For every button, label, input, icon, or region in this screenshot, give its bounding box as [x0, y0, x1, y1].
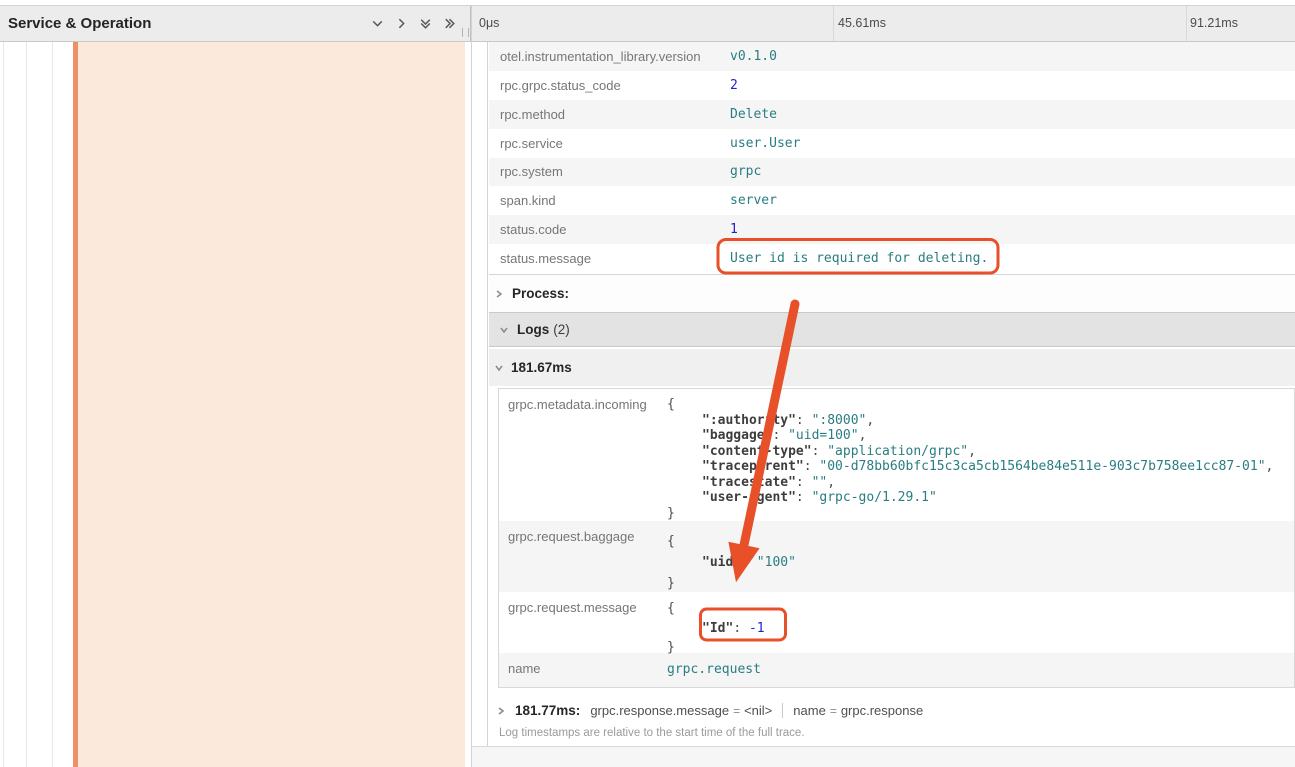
json-line: }: [667, 506, 1273, 522]
log-timestamp: 181.67ms: [511, 360, 572, 375]
timeline-header: Service & Operation 0μs 45.61ms: [0, 5, 1295, 42]
log-timestamps-note: Log timestamps are relative to the start…: [499, 727, 805, 739]
process-accordion[interactable]: Process:: [489, 274, 1295, 312]
log-field-value: {":authority": ":8000","baggage": "uid=1…: [667, 389, 1273, 521]
process-label: Process:: [512, 286, 569, 301]
service-operation-header: Service & Operation: [0, 6, 471, 41]
tag-value: user.User: [730, 136, 800, 151]
chevron-right-icon: [494, 289, 504, 299]
json-line: "baggage": "uid=100",: [667, 428, 1273, 444]
span-detail-left-border: [487, 42, 488, 747]
ruler-tick-label: 45.61ms: [838, 6, 886, 41]
tag-key: rpc.system: [500, 164, 730, 179]
chevron-down-icon: [494, 363, 504, 373]
tag-key: span.kind: [500, 193, 730, 208]
log-field-key: name: [499, 653, 667, 687]
chevron-right-icon[interactable]: [394, 16, 409, 31]
log-field-value: {"uid": "100"}: [667, 521, 796, 592]
tag-key: otel.instrumentation_library.version: [500, 49, 730, 64]
divider: [782, 703, 783, 718]
tag-row: status.code1: [489, 215, 1295, 244]
tag-value: v0.1.0: [730, 49, 777, 64]
tag-value: grpc: [730, 164, 761, 179]
tag-row: rpc.methodDelete: [489, 100, 1295, 129]
chevron-right-icon: [496, 706, 506, 716]
log-fields-table: grpc.metadata.incoming{":authority": ":8…: [498, 388, 1295, 688]
json-line: {: [667, 397, 1273, 413]
ruler-tick-line: [1186, 6, 1187, 41]
span-tags-table: otel.instrumentation_library.versionv0.1…: [489, 42, 1295, 273]
ruler-tick-line: [833, 6, 834, 41]
tag-value: server: [730, 193, 777, 208]
indent-guide: [52, 42, 53, 767]
tag-row: status.messageUser id is required for de…: [489, 244, 1295, 273]
double-chevron-down-icon[interactable]: [418, 16, 433, 31]
next-row-strip: [472, 747, 1295, 767]
json-line: {: [667, 599, 765, 619]
tag-row: rpc.serviceuser.User: [489, 129, 1295, 158]
ruler-tick-label: 0μs: [479, 6, 499, 41]
tag-key: rpc.service: [500, 136, 730, 151]
log-field-key: grpc.metadata.incoming: [499, 389, 667, 521]
log-field-value: grpc.request: [667, 653, 761, 687]
tag-key: status.message: [500, 251, 730, 266]
log-field-row: namegrpc.request: [499, 653, 1294, 687]
tag-row: span.kindserver: [489, 186, 1295, 215]
tag-value: 1: [730, 222, 738, 237]
log-summary-pairs: grpc.response.message=<nil> name=grpc.res…: [580, 703, 923, 718]
trace-timeline-view: Service & Operation 0μs 45.61ms: [0, 0, 1295, 767]
column-resizer-grip[interactable]: [462, 28, 469, 37]
span-tree-panel: [0, 42, 471, 767]
log-field-row: grpc.request.message{"Id": -1}: [499, 592, 1294, 653]
chevron-down-icon[interactable]: [370, 16, 385, 31]
expand-collapse-controls: [370, 6, 457, 41]
log-timestamp: 181.77ms:: [515, 703, 580, 718]
tag-row: rpc.grpc.status_code2: [489, 71, 1295, 100]
tag-value: 2: [730, 78, 738, 93]
timeline-ruler[interactable]: 0μs 45.61ms 91.21ms: [472, 6, 1295, 41]
ruler-tick-label: 91.21ms: [1190, 6, 1238, 41]
json-line: "traceparent": "00-d78bb60bfc15c3ca5cb15…: [667, 459, 1273, 475]
log-entry-header[interactable]: 181.67ms: [489, 349, 1295, 386]
log-field-key: grpc.request.baggage: [499, 521, 667, 592]
double-chevron-right-icon[interactable]: [442, 16, 457, 31]
json-line: }: [667, 573, 796, 594]
tag-value: User id is required for deleting.: [730, 251, 988, 266]
tag-row: rpc.systemgrpc: [489, 158, 1295, 187]
log-field-row: grpc.request.baggage{"uid": "100"}: [499, 521, 1294, 592]
log-field-row: grpc.metadata.incoming{":authority": ":8…: [499, 389, 1294, 521]
tag-key: rpc.method: [500, 107, 730, 122]
json-line: ":authority": ":8000",: [667, 413, 1273, 429]
logs-count: (2): [553, 322, 570, 337]
log-summary-pair: grpc.response.message=<nil>: [590, 703, 772, 718]
json-line: {: [667, 531, 796, 552]
tag-key: status.code: [500, 222, 730, 237]
indent-guide: [26, 42, 27, 767]
json-line: "content-type": "application/grpc",: [667, 444, 1273, 460]
log-field-value: {"Id": -1}: [667, 592, 765, 653]
logs-accordion[interactable]: Logs (2): [489, 312, 1295, 347]
collapsed-log-entry[interactable]: 181.77ms: grpc.response.message=<nil> nam…: [489, 697, 1295, 724]
json-line: "tracestate": "",: [667, 475, 1273, 491]
tag-value: Delete: [730, 107, 777, 122]
json-line: "uid": "100": [667, 552, 796, 573]
indent-guide: [3, 42, 4, 767]
log-summary-pair: name=grpc.response: [793, 703, 923, 718]
logs-label: Logs: [517, 322, 549, 337]
tag-key: rpc.grpc.status_code: [500, 78, 730, 93]
tag-row: otel.instrumentation_library.versionv0.1…: [489, 42, 1295, 71]
log-field-key: grpc.request.message: [499, 592, 667, 653]
service-operation-title: Service & Operation: [8, 6, 151, 41]
chevron-down-icon: [499, 325, 509, 335]
json-line: "user-agent": "grpc-go/1.29.1": [667, 490, 1273, 506]
json-line: grpc.request: [667, 662, 761, 677]
json-line: "Id": -1: [667, 619, 765, 639]
panel-divider[interactable]: [471, 5, 472, 767]
selected-span-row[interactable]: [73, 42, 465, 767]
